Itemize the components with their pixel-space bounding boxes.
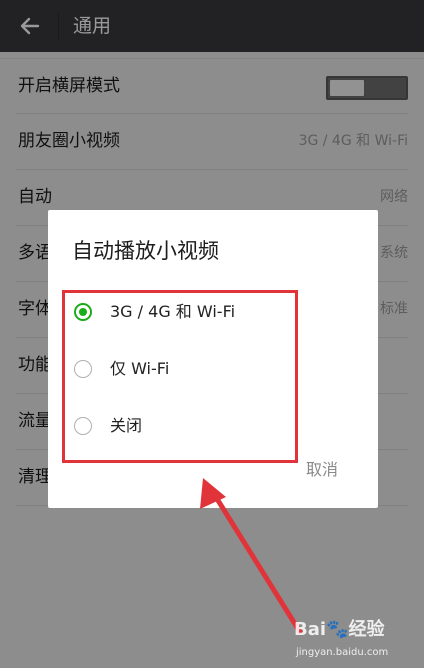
watermark-url: jingyan.baidu.com <box>296 647 389 658</box>
dialog-title: 自动播放小视频 <box>72 239 219 263</box>
watermark-brand: Bai🐾经验 <box>294 619 385 640</box>
cancel-button[interactable]: 取消 <box>306 458 338 482</box>
annotation-highlight-box <box>62 290 298 463</box>
baidu-jingyan-watermark: Bai🐾经验 jingyan.baidu.com <box>292 616 414 666</box>
